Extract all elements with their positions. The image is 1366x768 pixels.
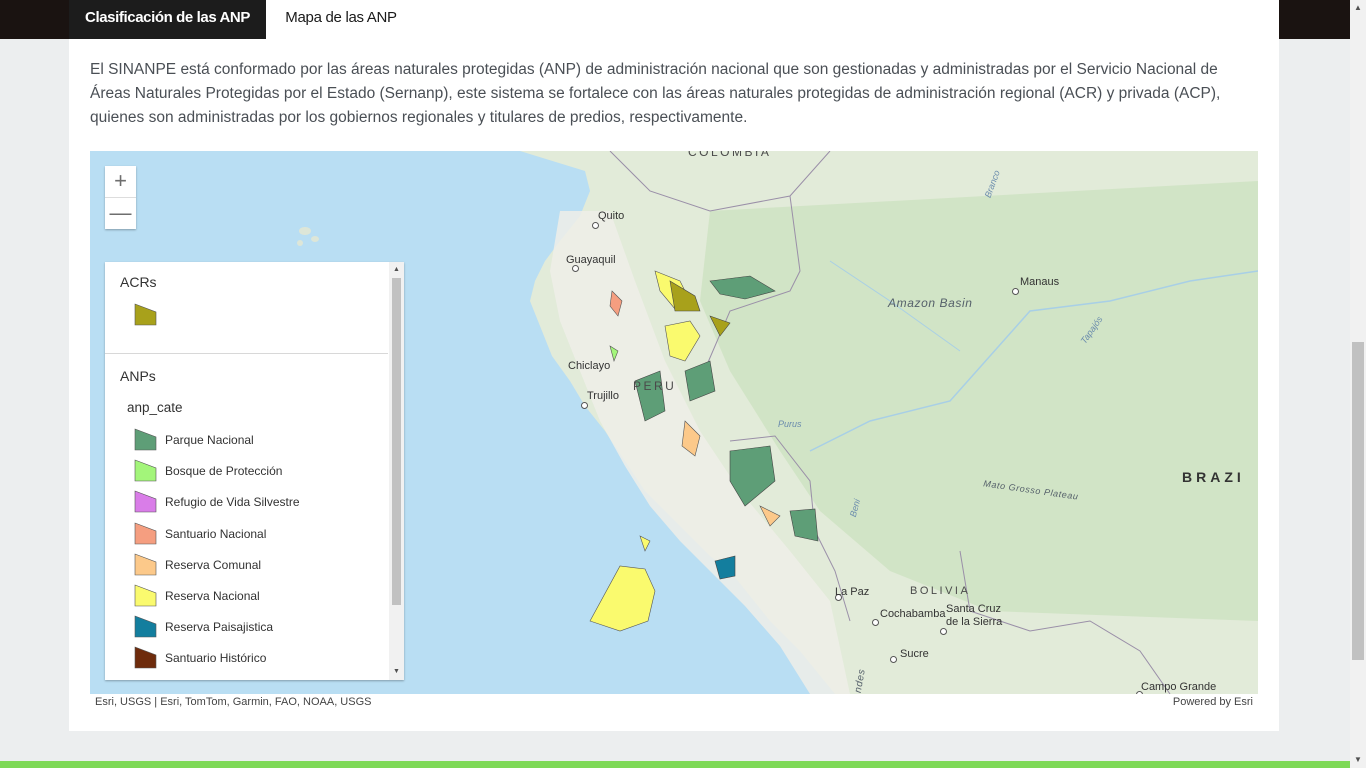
page-scroll-thumb[interactable] bbox=[1352, 342, 1364, 660]
city-dot-trujillo bbox=[581, 402, 588, 409]
label-santa-cruz: Santa Cruz de la Sierra bbox=[946, 603, 1003, 628]
label-bolivia: BOLIVIA bbox=[910, 585, 971, 597]
legend-anp-field: anp_cate bbox=[127, 400, 183, 415]
scroll-up-arrow-icon[interactable]: ▲ bbox=[392, 265, 401, 275]
footer-accent-bar bbox=[0, 761, 1350, 768]
legend-item-label: Reserva Comunal bbox=[165, 557, 262, 572]
city-dot-guayaquil bbox=[572, 265, 579, 272]
legend-swatch bbox=[134, 553, 157, 576]
legend-item-label: Parque Nacional bbox=[165, 433, 254, 447]
label-trujillo: Trujillo bbox=[587, 390, 619, 402]
legend-scrollbar[interactable]: ▲ ▼ bbox=[389, 262, 404, 680]
legend-item-label: Reserva Nacional bbox=[165, 589, 260, 603]
label-campo-grande: Campo Grande bbox=[1141, 681, 1217, 693]
legend-item-label: Bosque de Protección bbox=[165, 464, 283, 479]
zoom-in-button[interactable]: + bbox=[105, 166, 136, 198]
map-attribution-bar: Esri, USGS | Esri, TomTom, Garmin, FAO, … bbox=[90, 694, 1258, 711]
intro-paragraph: El SINANPE está conformado por las áreas… bbox=[90, 61, 1221, 126]
legend-swatch bbox=[134, 459, 157, 482]
city-dot-santa-cruz bbox=[940, 628, 947, 635]
map-attribution[interactable]: Esri, USGS | Esri, TomTom, Garmin, FAO, … bbox=[95, 694, 371, 711]
label-sucre: Sucre bbox=[900, 648, 929, 660]
page-scroll-down-icon[interactable]: ▼ bbox=[1350, 754, 1366, 766]
city-dot-quito bbox=[592, 222, 599, 229]
label-river-purus: Purus bbox=[778, 419, 802, 429]
city-dot-sucre bbox=[890, 656, 897, 663]
legend-separator bbox=[105, 353, 388, 354]
label-cochabamba: Cochabamba bbox=[880, 608, 946, 620]
label-chiclayo: Chiclayo bbox=[568, 360, 611, 372]
label-peru: PERU bbox=[633, 379, 677, 393]
legend-item-label: Santuario Nacional bbox=[165, 526, 267, 541]
powered-by-esri[interactable]: Powered by Esri bbox=[1173, 694, 1253, 711]
zoom-control: + — bbox=[105, 166, 136, 229]
legend-swatch bbox=[134, 584, 157, 607]
legend-acr-swatch bbox=[134, 303, 157, 326]
label-amazon-basin: Amazon Basin bbox=[888, 296, 973, 310]
legend-item-label: Santuario Histórico bbox=[165, 651, 267, 666]
tab-clasificacion[interactable]: Clasificación de las ANP bbox=[69, 0, 266, 39]
legend-swatch bbox=[134, 490, 157, 513]
page-scrollbar[interactable]: ▲ ▼ bbox=[1350, 0, 1366, 768]
legend-swatch bbox=[134, 428, 157, 451]
label-brazil: BRAZI bbox=[1182, 469, 1245, 485]
tab-mapa[interactable]: Mapa de las ANP bbox=[266, 0, 416, 39]
label-manaus: Manaus bbox=[1020, 276, 1060, 288]
map-legend: ACRs ANPs anp_cate Parque Nacional Bosque… bbox=[105, 262, 404, 680]
legend-scroll-thumb[interactable] bbox=[392, 278, 401, 605]
label-colombia: COLOMBIA bbox=[688, 151, 772, 159]
legend-acr-title: ACRs bbox=[120, 274, 157, 290]
page-scroll-up-icon[interactable]: ▲ bbox=[1350, 2, 1366, 14]
legend-anp-title: ANPs bbox=[120, 368, 156, 384]
legend-swatch bbox=[134, 522, 157, 544]
scroll-down-arrow-icon[interactable]: ▼ bbox=[392, 667, 401, 677]
city-dot-manaus bbox=[1012, 288, 1019, 295]
zoom-out-button[interactable]: — bbox=[105, 198, 136, 229]
label-quito: Quito bbox=[598, 210, 625, 222]
legend-swatch bbox=[134, 615, 157, 638]
label-la-paz: La Paz bbox=[835, 586, 870, 598]
legend-item-label: Refugio de Vida Silvestre bbox=[165, 495, 300, 510]
label-guayaquil: Guayaquil bbox=[566, 254, 616, 266]
city-dot-cochabamba bbox=[872, 619, 879, 626]
legend-item-label: Reserva Paisajistica bbox=[165, 620, 274, 635]
legend-swatch bbox=[134, 646, 157, 669]
